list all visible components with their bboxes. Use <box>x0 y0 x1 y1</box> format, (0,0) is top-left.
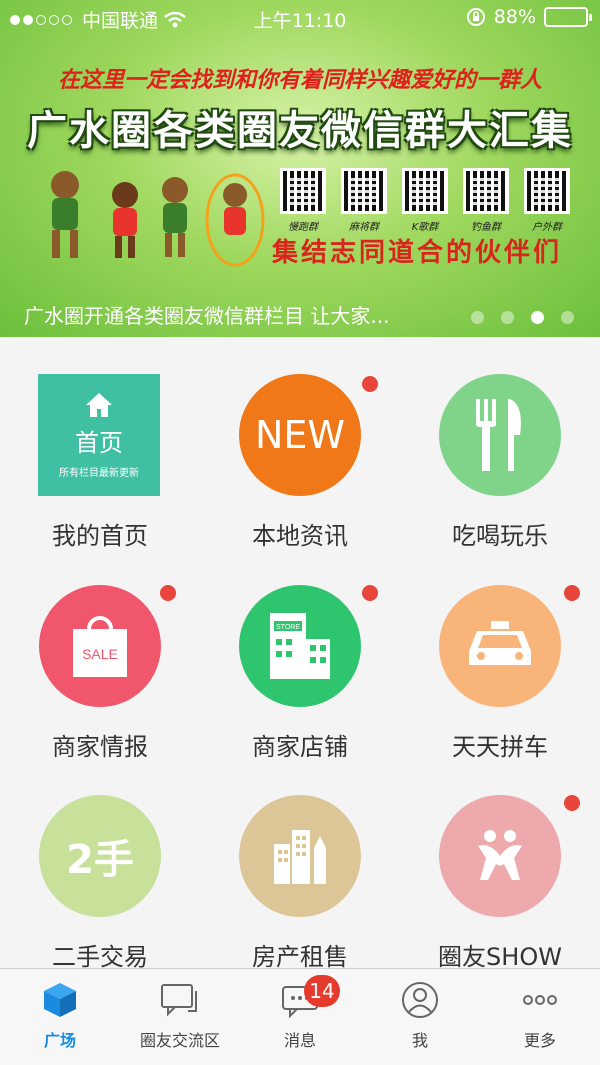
battery-percent: 88% <box>493 6 536 28</box>
fork-knife-icon <box>439 374 561 496</box>
banner-caption: 广水圈开通各类圈友微信群栏目 让大家... <box>24 304 390 328</box>
tab-more[interactable]: 更多 <box>480 969 600 1065</box>
dancing-people-icon <box>439 795 561 917</box>
pager-dot[interactable] <box>561 311 574 324</box>
battery-icon <box>544 7 592 27</box>
grid-item-carpool[interactable]: 天天拼车 <box>400 585 600 765</box>
qr-code: 麻将群 <box>341 168 387 233</box>
grid-item-local-news[interactable]: NEW 本地资讯 <box>200 374 400 554</box>
notification-dot <box>564 795 580 811</box>
taxi-icon <box>439 585 561 707</box>
grid-item-label: 本地资讯 <box>252 522 348 550</box>
new-icon: NEW <box>239 374 361 496</box>
grid-item-second-hand[interactable]: 2手 二手交易 <box>0 795 200 975</box>
grid-item-label: 我的首页 <box>52 522 148 550</box>
tab-square[interactable]: 广场 <box>0 969 120 1065</box>
pager-dot[interactable] <box>471 311 484 324</box>
person-icon <box>402 982 438 1018</box>
status-bar: 中国联通 上午11:10 88% <box>0 0 600 36</box>
message-count-badge: 14 <box>304 975 340 1007</box>
home-tile-icon: 首页 所有栏目最新更新 <box>38 374 160 496</box>
svg-text:SALE: SALE <box>82 646 118 662</box>
grid-item-my-home[interactable]: 首页 所有栏目最新更新 我的首页 <box>0 370 200 550</box>
carousel-pager[interactable] <box>471 311 574 324</box>
pager-dot[interactable] <box>501 311 514 324</box>
grid-item-label: 商家情报 <box>52 733 148 761</box>
pager-dot-active[interactable] <box>531 311 544 324</box>
qr-codes: 慢跑群 麻将群 K歌群 钓鱼群 户外群 <box>280 168 570 233</box>
store-icon: STORE <box>239 585 361 707</box>
grid-item-label: 吃喝玩乐 <box>452 522 548 550</box>
grid-item-merchant-info[interactable]: SALE 商家情报 <box>0 585 200 765</box>
kids-illustration <box>30 160 270 270</box>
second-hand-icon: 2手 <box>39 795 161 917</box>
sale-bag-icon: SALE <box>39 585 161 707</box>
buildings-icon <box>239 795 361 917</box>
notification-dot <box>362 376 378 392</box>
banner-tagline: 在这里一定会找到和你有着同样兴趣爱好的一群人 <box>57 67 542 93</box>
grid-item-label: 房产租售 <box>252 943 348 971</box>
qr-code: 钓鱼群 <box>463 168 509 233</box>
qr-code: 慢跑群 <box>280 168 326 233</box>
top-banner[interactable]: 中国联通 上午11:10 88% 在这里一定会找到和你有着同样兴趣爱好的一群人 … <box>0 0 600 337</box>
notification-dot <box>362 585 378 601</box>
grid-item-merchant-stores[interactable]: STORE 商家店铺 <box>200 585 400 765</box>
tab-messages[interactable]: 14 消息 <box>240 969 360 1065</box>
notification-dot <box>564 585 580 601</box>
banner-slogan: 集结志同道合的伙伴们 <box>272 238 563 268</box>
tab-me[interactable]: 我 <box>360 969 480 1065</box>
rotation-lock-icon <box>466 8 485 26</box>
grid-item-label: 圈友SHOW <box>438 943 562 971</box>
bottom-tab-bar: 广场 圈友交流区 14 消息 我 更多 <box>0 968 600 1065</box>
more-dots-icon <box>523 995 557 1005</box>
qr-code: K歌群 <box>402 168 448 233</box>
grid-item-food-fun[interactable]: 吃喝玩乐 <box>400 374 600 554</box>
cube-icon <box>44 983 76 1017</box>
grid-item-label: 二手交易 <box>52 943 148 971</box>
house-icon <box>86 393 112 417</box>
svg-text:STORE: STORE <box>276 624 300 631</box>
grid-item-real-estate[interactable]: 房产租售 <box>200 795 400 975</box>
notification-dot <box>160 585 176 601</box>
banner-title: 广水圈各类圈友微信群大汇集 <box>27 108 573 154</box>
tab-friends-forum[interactable]: 圈友交流区 <box>120 969 240 1065</box>
grid-item-label: 天天拼车 <box>452 733 548 761</box>
grid-item-label: 商家店铺 <box>252 733 348 761</box>
grid-item-friends-show[interactable]: 圈友SHOW <box>400 795 600 975</box>
qr-code: 户外群 <box>524 168 570 233</box>
chat-bubbles-icon <box>161 984 197 1017</box>
